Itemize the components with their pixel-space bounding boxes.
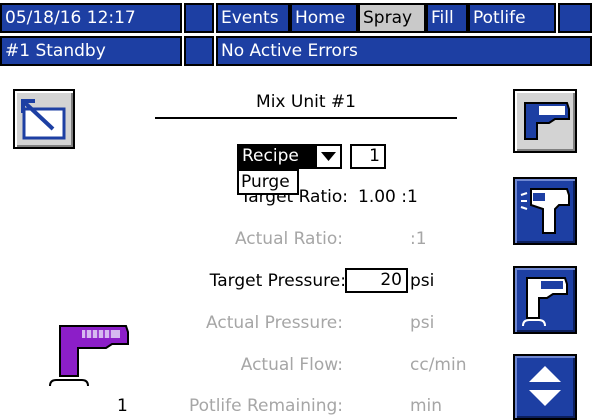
- gun-status-icon: [49, 325, 129, 387]
- spray-gun-mode-icon: [524, 102, 570, 140]
- actual-ratio-label: Actual Ratio:: [234, 229, 343, 249]
- status-display: #1 Standby: [0, 36, 182, 66]
- status-spacer: [184, 36, 214, 66]
- potlife-remaining-label: Potlife Remaining:: [188, 396, 343, 416]
- actual-pressure-value: psi: [410, 313, 435, 333]
- spray-gun-mode-button[interactable]: [513, 89, 577, 153]
- up-down-arrows-icon: [529, 366, 561, 406]
- target-pressure-label: Target Pressure:: [209, 271, 346, 291]
- spray-gun-standby-button[interactable]: [513, 266, 577, 334]
- target-ratio-value: 1.00 :1: [358, 187, 418, 207]
- recipe-dropdown[interactable]: Recipe: [237, 144, 315, 169]
- errors-display: No Active Errors: [216, 36, 592, 66]
- recipe-number-field[interactable]: 1: [350, 144, 386, 169]
- spray-gun-purge-button[interactable]: [513, 177, 577, 245]
- scroll-button[interactable]: [513, 354, 577, 420]
- potlife-remaining-value: min: [410, 396, 443, 416]
- target-pressure-unit: psi: [410, 271, 435, 291]
- recipe-option-purge[interactable]: Purge: [237, 169, 299, 195]
- header-spacer-2: [558, 3, 592, 33]
- spray-gun-standby-icon: [522, 277, 568, 327]
- tab-home[interactable]: Home: [290, 3, 358, 33]
- tab-potlife[interactable]: Potlife: [468, 3, 556, 33]
- tab-spray[interactable]: Spray: [358, 3, 426, 33]
- recipe-dropdown-toggle[interactable]: [315, 144, 342, 169]
- actual-flow-value: cc/min: [410, 355, 467, 375]
- title-divider: [155, 117, 457, 119]
- exit-screen-icon: [21, 99, 66, 140]
- actual-flow-label: Actual Flow:: [240, 355, 343, 375]
- tab-events[interactable]: Events: [216, 3, 290, 33]
- page-title: Mix Unit #1: [256, 92, 356, 112]
- actual-ratio-value: :1: [410, 229, 427, 249]
- exit-screen-button[interactable]: [13, 89, 75, 149]
- datetime-display: 05/18/16 12:17: [0, 3, 182, 33]
- chevron-down-icon: [321, 152, 336, 161]
- header-spacer-1: [184, 3, 214, 33]
- actual-pressure-label: Actual Pressure:: [206, 313, 343, 333]
- tab-fill[interactable]: Fill: [426, 3, 468, 33]
- spray-gun-purge-icon: [520, 188, 570, 234]
- target-pressure-field[interactable]: 20: [345, 268, 408, 293]
- gun-number: 1: [117, 396, 128, 416]
